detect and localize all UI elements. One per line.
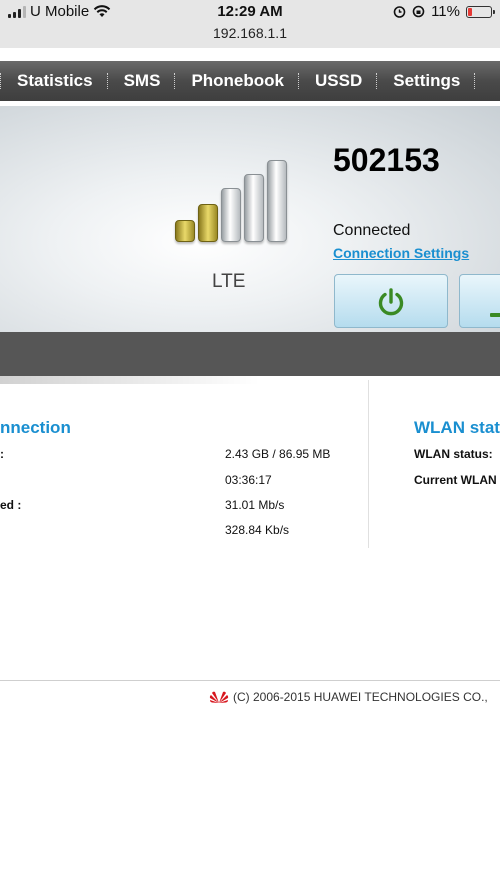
rotation-lock-icon bbox=[412, 5, 425, 18]
stat-value-upload-speed: 328.84 Kb/s bbox=[225, 523, 290, 537]
tab-ussd[interactable]: USSD bbox=[301, 71, 376, 91]
stat-label: : bbox=[0, 447, 4, 461]
footer-divider bbox=[0, 680, 500, 681]
wlan-section-title: WLAN stat bbox=[414, 418, 500, 437]
alarm-icon bbox=[393, 6, 406, 18]
tab-settings[interactable]: Settings bbox=[379, 71, 474, 91]
wlan-status-label: WLAN status: bbox=[414, 447, 493, 461]
disconnect-button[interactable] bbox=[459, 274, 500, 328]
browser-chrome: U Mobile 12:29 AM 11% 192.168.1.1 bbox=[0, 0, 500, 48]
footer: (C) 2006-2015 HUAWEI TECHNOLOGIES CO., bbox=[209, 690, 488, 704]
tab-phonebook[interactable]: Phonebook bbox=[177, 71, 298, 91]
connection-section-title: nnection bbox=[0, 418, 71, 437]
nav-separator bbox=[474, 73, 477, 89]
current-wlan-label: Current WLAN bbox=[414, 473, 497, 487]
panel-footer-band bbox=[0, 332, 500, 376]
main-nav: Statistics SMS Phonebook USSD Settings bbox=[0, 61, 500, 101]
connection-settings-link[interactable]: Connection Settings bbox=[333, 245, 469, 261]
right-status-icons: 11% bbox=[393, 3, 495, 20]
copyright-text: (C) 2006-2015 HUAWEI TECHNOLOGIES CO., bbox=[233, 690, 488, 704]
address-bar[interactable]: 192.168.1.1 bbox=[0, 25, 500, 41]
signal-strength-icon bbox=[175, 160, 287, 242]
stat-value-data-usage: 2.43 GB / 86.95 MB bbox=[225, 447, 331, 461]
device-id: 502153 bbox=[333, 142, 440, 178]
connect-toggle-button[interactable] bbox=[334, 274, 448, 328]
huawei-logo-icon bbox=[209, 691, 229, 703]
signal-bar-2 bbox=[198, 204, 218, 242]
power-icon bbox=[378, 288, 404, 316]
shadow-divider bbox=[0, 376, 260, 384]
battery-percent: 11% bbox=[431, 3, 460, 20]
tab-statistics[interactable]: Statistics bbox=[3, 71, 107, 91]
status-bar: U Mobile 12:29 AM 11% bbox=[0, 3, 500, 23]
network-type: LTE bbox=[212, 271, 246, 292]
signal-bar-4 bbox=[244, 174, 264, 242]
connection-status: Connected bbox=[333, 222, 411, 239]
battery-icon bbox=[466, 5, 495, 18]
column-divider bbox=[368, 380, 369, 548]
stat-value-download-speed: 31.01 Mb/s bbox=[225, 498, 285, 512]
stat-value-duration: 03:36:17 bbox=[225, 473, 272, 487]
signal-bar-3 bbox=[221, 188, 241, 242]
tab-sms[interactable]: SMS bbox=[110, 71, 175, 91]
signal-bar-1 bbox=[175, 220, 195, 242]
signal-bar-5 bbox=[267, 160, 287, 242]
minus-icon bbox=[490, 313, 500, 317]
stat-label: ed : bbox=[0, 498, 22, 512]
